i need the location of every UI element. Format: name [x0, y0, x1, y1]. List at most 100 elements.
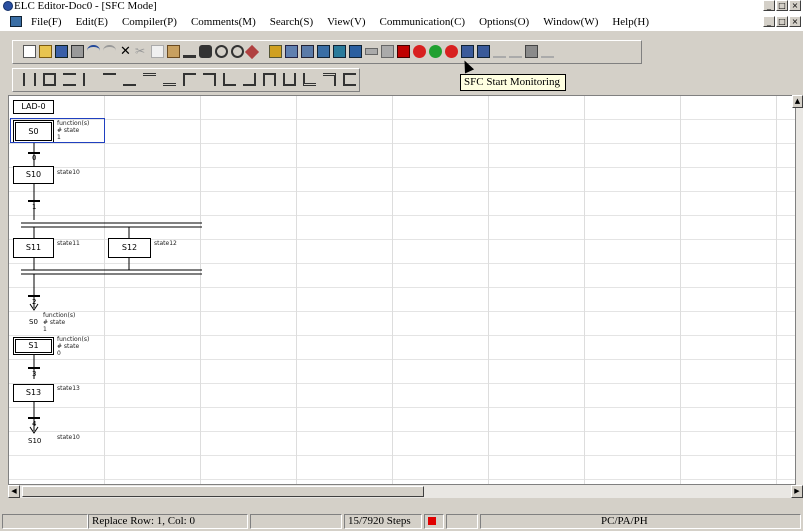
menu-search[interactable]: Search(S): [265, 15, 322, 29]
menu-comments[interactable]: Comments(M): [186, 15, 265, 29]
sfc-branch-1-icon[interactable]: [183, 73, 196, 86]
device-monitor-icon[interactable]: [525, 45, 538, 58]
delete-icon[interactable]: ✕: [119, 45, 132, 58]
print-icon[interactable]: [71, 45, 84, 58]
sfc-parallel-div-icon[interactable]: [143, 73, 156, 86]
sfc-mode-icon[interactable]: [333, 45, 346, 58]
status-steps: 15/7920 Steps: [344, 514, 422, 529]
cut-icon[interactable]: ✂: [135, 45, 148, 58]
step-label: S12: [121, 243, 138, 252]
ladder-convert-icon[interactable]: [269, 45, 282, 58]
vertical-scrollbar[interactable]: ▲: [792, 95, 803, 485]
transition-0: 0: [32, 154, 37, 162]
zoom-in-icon[interactable]: [215, 45, 228, 58]
menu-help[interactable]: Help(H): [607, 15, 658, 29]
sfc-initial-step-icon[interactable]: [43, 73, 56, 86]
monitor-off-icon[interactable]: [365, 48, 378, 55]
run-plc-icon[interactable]: [429, 45, 442, 58]
transition-2: 2: [32, 298, 37, 306]
step-s13-comment: state13: [57, 385, 80, 392]
doc-restore-button[interactable]: □: [776, 16, 788, 27]
menu-view[interactable]: View(V): [322, 15, 374, 29]
stop-red-icon[interactable]: [445, 45, 458, 58]
horizontal-scroll-thumb[interactable]: [22, 486, 424, 497]
horizontal-scrollbar[interactable]: ◀ ▶: [8, 485, 803, 498]
online-edit-icon[interactable]: [493, 45, 506, 58]
jump-s10-comment: state10: [57, 434, 80, 441]
undo-icon[interactable]: [87, 45, 100, 58]
sfc-lad-block[interactable]: LAD-0: [13, 100, 54, 114]
step-s1-comment: function(s) # state 0: [57, 336, 90, 357]
paste-icon[interactable]: [167, 45, 180, 58]
sfc-branch-7-icon[interactable]: [303, 73, 316, 86]
step-label: S13: [25, 388, 42, 397]
sfc-divergence-icon[interactable]: [103, 73, 116, 86]
compile-icon[interactable]: [244, 44, 260, 59]
binoculars-icon[interactable]: [199, 45, 212, 58]
instruction-mode-icon[interactable]: [349, 45, 362, 58]
status-plc-model: PC/PA/PH: [480, 514, 801, 529]
sfc-convert-icon[interactable]: [285, 45, 298, 58]
copy-icon[interactable]: [151, 45, 164, 58]
sfc-editor-canvas[interactable]: LAD-0 S0 function(s) # state 1 0 S10 state…: [8, 95, 796, 485]
redo-icon[interactable]: [103, 45, 116, 58]
step-s11-comment: state11: [57, 240, 80, 247]
sfc-branch-6-icon[interactable]: [283, 73, 296, 86]
menu-edit[interactable]: Edit(E): [71, 15, 117, 29]
save-icon[interactable]: [55, 45, 68, 58]
scroll-up-icon[interactable]: ▲: [792, 95, 803, 108]
document-window-controls: _ □ ×: [763, 16, 801, 27]
sfc-branch-2-icon[interactable]: [203, 73, 216, 86]
online-write-icon[interactable]: [509, 45, 522, 58]
menu-file[interactable]: File(F): [26, 15, 71, 29]
cursor-position: Row: 1, Col: 0: [130, 515, 195, 527]
document-icon[interactable]: [10, 16, 22, 27]
status-empty-pane: [2, 514, 88, 529]
transition-1: 1: [32, 203, 37, 211]
sfc-branch-3-icon[interactable]: [223, 73, 236, 86]
download-icon[interactable]: [477, 45, 490, 58]
sfc-transition-icon[interactable]: [83, 73, 96, 86]
sfc-branch-4-icon[interactable]: [243, 73, 256, 86]
menu-window[interactable]: Window(W): [538, 15, 607, 29]
sfc-branch-9-icon[interactable]: [343, 73, 356, 86]
menu-communication[interactable]: Communication(C): [375, 15, 475, 29]
ladder-mode-icon[interactable]: [317, 45, 330, 58]
main-toolbar: ✕ ✂: [12, 40, 642, 64]
sfc-stop-monitoring-icon[interactable]: [381, 45, 394, 58]
stop-plc-icon[interactable]: [413, 45, 426, 58]
sfc-branch-5-icon[interactable]: [263, 73, 276, 86]
sfc-step-s11[interactable]: S11: [13, 238, 54, 258]
sfc-compile-icon[interactable]: [301, 45, 314, 58]
edit-mode: Replace: [92, 515, 128, 527]
sfc-step-s10[interactable]: S10: [13, 166, 54, 184]
sfc-step-icon[interactable]: [23, 73, 36, 86]
doc-close-button[interactable]: ×: [789, 16, 801, 27]
transfer-icon[interactable]: [541, 45, 554, 58]
scroll-right-icon[interactable]: ▶: [791, 485, 803, 498]
scroll-left-icon[interactable]: ◀: [8, 485, 20, 498]
sfc-jump-icon[interactable]: [63, 73, 76, 86]
sfc-toolbar: [12, 68, 360, 92]
zoom-out-icon[interactable]: [231, 45, 244, 58]
doc-minimize-button[interactable]: _: [763, 16, 775, 27]
sfc-step-s12[interactable]: S12: [108, 238, 151, 258]
close-button[interactable]: ×: [789, 0, 801, 11]
sfc-step-s13[interactable]: S13: [13, 384, 54, 402]
menu-options[interactable]: Options(O): [474, 15, 538, 29]
upload-icon[interactable]: [461, 45, 474, 58]
status-plc-state: [424, 514, 444, 529]
sfc-step-s1[interactable]: S1: [13, 337, 54, 355]
minimize-button[interactable]: _: [763, 0, 775, 11]
sfc-start-monitoring-icon[interactable]: [397, 45, 410, 58]
status-bar: Replace Row: 1, Col: 0 15/7920 Steps PC/…: [0, 512, 803, 531]
sfc-parallel-conv-icon[interactable]: [163, 73, 176, 86]
window-title: ELC Editor-Doc0 - [SFC Mode]: [14, 0, 157, 12]
sfc-convergence-icon[interactable]: [123, 73, 136, 86]
find-icon[interactable]: [183, 45, 196, 58]
menu-compiler[interactable]: Compiler(P): [117, 15, 186, 29]
new-file-icon[interactable]: [23, 45, 36, 58]
open-folder-icon[interactable]: [39, 45, 52, 58]
maximize-button[interactable]: □: [776, 0, 788, 11]
sfc-branch-8-icon[interactable]: [323, 73, 336, 86]
